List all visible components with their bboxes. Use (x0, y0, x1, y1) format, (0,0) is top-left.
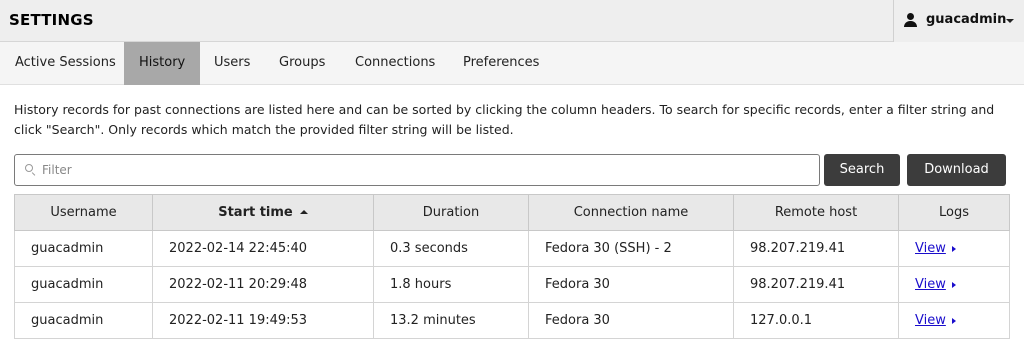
sort-ascending-icon (299, 210, 308, 214)
column-header-logs[interactable]: Logs (898, 194, 1010, 231)
cell-connection-name: Fedora 30 (528, 302, 734, 339)
cell-start-time: 2022-02-11 19:49:53 (152, 302, 374, 339)
column-header-label: Connection name (573, 205, 689, 220)
cell-remote-host: 127.0.0.1 (733, 302, 899, 339)
caret-right-icon (951, 282, 956, 288)
view-log-link[interactable]: View (915, 277, 946, 292)
filter-input[interactable] (42, 155, 812, 185)
settings-tabs: Active Sessions History Users Groups Con… (0, 42, 1024, 85)
user-icon (904, 13, 917, 27)
top-bar: SETTINGS guacadmin (0, 0, 1024, 42)
filter-field[interactable] (14, 154, 820, 186)
cell-duration: 0.3 seconds (373, 230, 529, 267)
history-description: History records for past connections are… (14, 102, 995, 137)
column-header-label: Remote host (774, 205, 858, 220)
cell-username: guacadmin (14, 230, 153, 267)
view-log-link[interactable]: View (915, 313, 946, 328)
download-button[interactable]: Download (907, 154, 1006, 186)
cell-connection-name: Fedora 30 (SSH) - 2 (528, 230, 734, 267)
cell-logs: View (898, 230, 1010, 267)
column-header-start-time[interactable]: Start time (152, 194, 374, 231)
user-menu[interactable]: guacadmin (893, 0, 1024, 42)
table-row: guacadmin 2022-02-11 20:29:48 1.8 hours … (14, 266, 1010, 303)
column-header-label: Logs (939, 205, 969, 220)
table-header-row: Username Start time Duration Connection … (14, 194, 1010, 231)
cell-logs: View (898, 302, 1010, 339)
tab-active-sessions[interactable]: Active Sessions (0, 42, 131, 85)
column-header-remote-host[interactable]: Remote host (733, 194, 899, 231)
caret-right-icon (951, 246, 956, 252)
column-header-label: Start time (218, 205, 293, 220)
cell-duration: 13.2 minutes (373, 302, 529, 339)
column-header-duration[interactable]: Duration (373, 194, 529, 231)
column-header-label: Username (50, 205, 117, 220)
tab-preferences[interactable]: Preferences (448, 42, 554, 85)
cell-remote-host: 98.207.219.41 (733, 230, 899, 267)
history-table: Username Start time Duration Connection … (14, 194, 1010, 339)
search-button[interactable]: Search (824, 154, 900, 186)
search-icon (25, 164, 36, 176)
page-title: SETTINGS (9, 11, 94, 29)
user-name: guacadmin (926, 12, 1007, 27)
view-log-link[interactable]: View (915, 241, 946, 256)
column-header-connection-name[interactable]: Connection name (528, 194, 734, 231)
cell-duration: 1.8 hours (373, 266, 529, 303)
table-row: guacadmin 2022-02-11 19:49:53 13.2 minut… (14, 302, 1010, 339)
cell-start-time: 2022-02-11 20:29:48 (152, 266, 374, 303)
caret-right-icon (951, 318, 956, 324)
cell-connection-name: Fedora 30 (528, 266, 734, 303)
table-row: guacadmin 2022-02-14 22:45:40 0.3 second… (14, 230, 1010, 267)
column-header-label: Duration (422, 205, 480, 220)
tab-users[interactable]: Users (199, 42, 265, 85)
cell-remote-host: 98.207.219.41 (733, 266, 899, 303)
tab-connections[interactable]: Connections (340, 42, 450, 85)
cell-username: guacadmin (14, 266, 153, 303)
cell-start-time: 2022-02-14 22:45:40 (152, 230, 374, 267)
tab-groups[interactable]: Groups (264, 42, 340, 85)
column-header-username[interactable]: Username (14, 194, 153, 231)
chevron-down-icon (1006, 19, 1014, 23)
cell-username: guacadmin (14, 302, 153, 339)
tab-history[interactable]: History (124, 42, 201, 85)
cell-logs: View (898, 266, 1010, 303)
